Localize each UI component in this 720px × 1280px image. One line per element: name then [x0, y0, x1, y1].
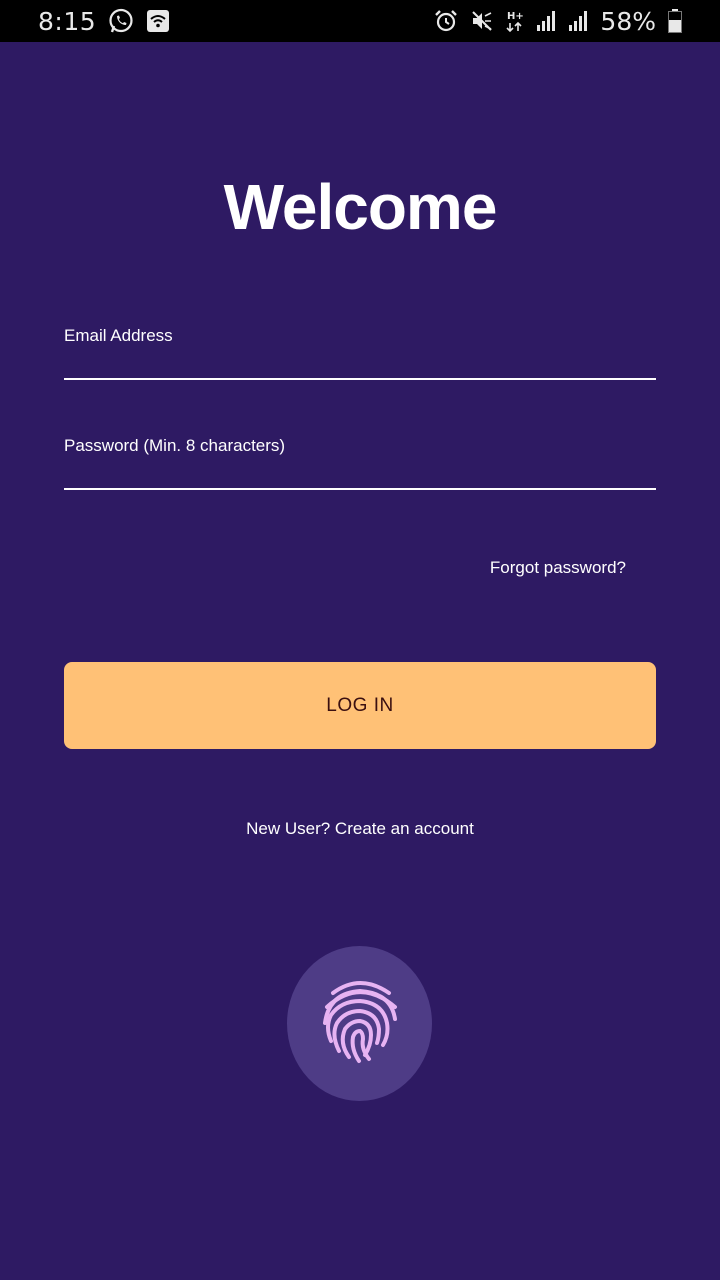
network-type-icon: H+: [506, 9, 524, 33]
password-label: Password (Min. 8 characters): [64, 436, 286, 455]
password-field[interactable]: Password (Min. 8 characters): [64, 436, 656, 490]
page-title: Welcome: [223, 171, 498, 243]
mute-icon: [470, 9, 494, 33]
status-bar-left: 8:15: [38, 7, 170, 36]
fingerprint-button[interactable]: [287, 946, 432, 1101]
email-underline: [64, 378, 656, 380]
whatsapp-icon: [108, 8, 134, 34]
status-bar: 8:15 H+ 58%: [0, 0, 720, 42]
email-field[interactable]: Email Address: [64, 326, 656, 380]
password-underline: [64, 488, 656, 490]
email-label: Email Address: [64, 326, 173, 345]
svg-text:H+: H+: [507, 11, 524, 22]
signal-icon: [568, 10, 588, 32]
email-input[interactable]: [64, 352, 656, 378]
create-account-link[interactable]: New User? Create an account: [0, 819, 720, 839]
login-button[interactable]: LOG IN: [64, 662, 656, 749]
status-bar-right: H+ 58%: [434, 7, 682, 36]
fingerprint-icon: [319, 975, 401, 1072]
signal-icon: [536, 10, 556, 32]
status-time: 8:15: [38, 6, 97, 36]
battery-icon: [668, 9, 682, 33]
alarm-icon: [434, 9, 458, 33]
battery-percent: 58%: [600, 6, 656, 36]
wifi-icon: [146, 9, 170, 33]
password-input[interactable]: [64, 462, 656, 488]
forgot-password-link[interactable]: Forgot password?: [490, 558, 626, 578]
